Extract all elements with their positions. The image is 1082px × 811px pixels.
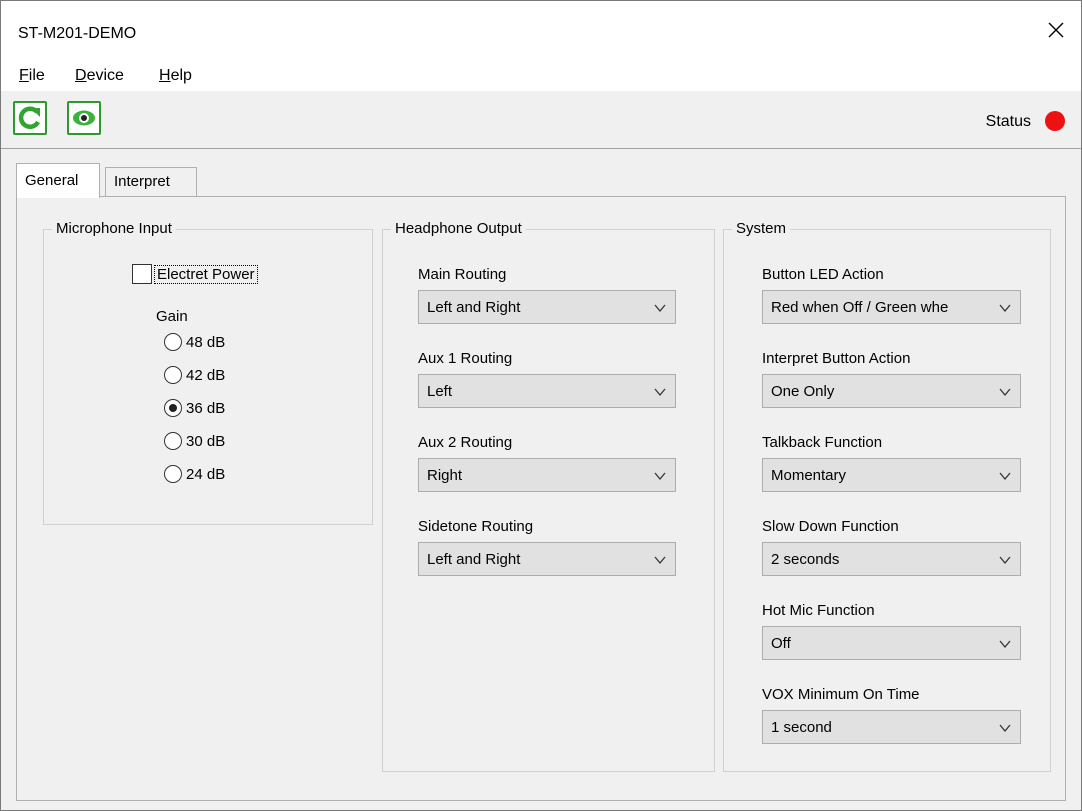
- electret-power-box[interactable]: [132, 264, 152, 284]
- close-button[interactable]: [1041, 15, 1071, 45]
- radio-button-icon[interactable]: [164, 432, 182, 450]
- electret-power-label: Electret Power: [154, 264, 258, 284]
- electret-power-checkbox[interactable]: Electret Power: [132, 264, 258, 284]
- sidetone-routing-label: Sidetone Routing: [418, 518, 534, 535]
- headphone-output-title: Headphone Output: [391, 220, 526, 237]
- status-label: Status: [985, 113, 1031, 130]
- interpret-button-action-label: Interpret Button Action: [762, 350, 911, 367]
- radio-button-icon[interactable]: [164, 399, 182, 417]
- toolbar: Status: [1, 91, 1081, 149]
- microphone-input-title: Microphone Input: [52, 220, 176, 237]
- headphone-output-group: Headphone Output Main Routing Left and R…: [382, 220, 715, 772]
- tab-general[interactable]: General: [16, 163, 100, 198]
- chevron-down-icon: [654, 472, 666, 481]
- slow-down-function-label: Slow Down Function: [762, 518, 899, 535]
- menu-file[interactable]: File: [19, 67, 45, 85]
- general-tab-panel: Microphone Input Electret Power Gain 48 …: [16, 196, 1066, 801]
- system-title: System: [732, 220, 791, 237]
- gain-radio-30db[interactable]: 30 dB: [164, 432, 225, 450]
- chevron-down-icon: [999, 472, 1011, 481]
- aux1-routing-label: Aux 1 Routing: [418, 350, 513, 367]
- aux1-routing-select[interactable]: Left: [418, 374, 676, 408]
- radio-button-icon[interactable]: [164, 333, 182, 351]
- radio-button-icon[interactable]: [164, 366, 182, 384]
- window-title: ST-M201-DEMO: [18, 25, 137, 42]
- aux2-routing-label: Aux 2 Routing: [418, 434, 513, 451]
- hot-mic-function-select[interactable]: Off: [762, 626, 1021, 660]
- slow-down-function-select[interactable]: 2 seconds: [762, 542, 1021, 576]
- refresh-button[interactable]: [13, 101, 47, 135]
- menu-bar: File Device Help: [1, 63, 1081, 91]
- menu-device[interactable]: Device: [75, 67, 124, 85]
- vox-minimum-on-time-label: VOX Minimum On Time: [762, 686, 920, 703]
- chevron-down-icon: [654, 556, 666, 565]
- aux2-routing-select[interactable]: Right: [418, 458, 676, 492]
- system-group: System Button LED Action Red when Off / …: [723, 220, 1051, 772]
- chevron-down-icon: [999, 640, 1011, 649]
- gain-radio-42db[interactable]: 42 dB: [164, 366, 225, 384]
- gain-radio-48db[interactable]: 48 dB: [164, 333, 225, 351]
- close-icon: [1048, 22, 1064, 38]
- client-area: General Interpret Microphone Input Elect…: [1, 149, 1081, 810]
- menu-help[interactable]: Help: [159, 67, 192, 85]
- talkback-function-label: Talkback Function: [762, 434, 883, 451]
- gain-label: Gain: [156, 308, 188, 325]
- refresh-icon: [18, 106, 40, 129]
- interpret-button-action-select[interactable]: One Only: [762, 374, 1021, 408]
- button-led-action-select[interactable]: Red when Off / Green whe: [762, 290, 1021, 324]
- chevron-down-icon: [654, 388, 666, 397]
- hot-mic-function-label: Hot Mic Function: [762, 602, 875, 619]
- main-routing-select[interactable]: Left and Right: [418, 290, 676, 324]
- gain-radio-24db[interactable]: 24 dB: [164, 465, 225, 483]
- title-bar: ST-M201-DEMO: [1, 1, 1081, 63]
- eye-icon: [73, 110, 95, 126]
- talkback-function-select[interactable]: Momentary: [762, 458, 1021, 492]
- chevron-down-icon: [999, 304, 1011, 313]
- vox-minimum-on-time-select[interactable]: 1 second: [762, 710, 1021, 744]
- chevron-down-icon: [654, 304, 666, 313]
- tab-interpret[interactable]: Interpret: [105, 167, 197, 197]
- app-window: ST-M201-DEMO File Device Help Status Gen…: [0, 0, 1082, 811]
- button-led-action-label: Button LED Action: [762, 266, 884, 283]
- chevron-down-icon: [999, 556, 1011, 565]
- view-button[interactable]: [67, 101, 101, 135]
- radio-button-icon[interactable]: [164, 465, 182, 483]
- gain-radio-36db[interactable]: 36 dB: [164, 399, 225, 417]
- sidetone-routing-select[interactable]: Left and Right: [418, 542, 676, 576]
- status-indicator-icon: [1045, 111, 1065, 131]
- main-routing-label: Main Routing: [418, 266, 507, 283]
- chevron-down-icon: [999, 724, 1011, 733]
- microphone-input-group: Microphone Input Electret Power Gain 48 …: [43, 220, 373, 525]
- chevron-down-icon: [999, 388, 1011, 397]
